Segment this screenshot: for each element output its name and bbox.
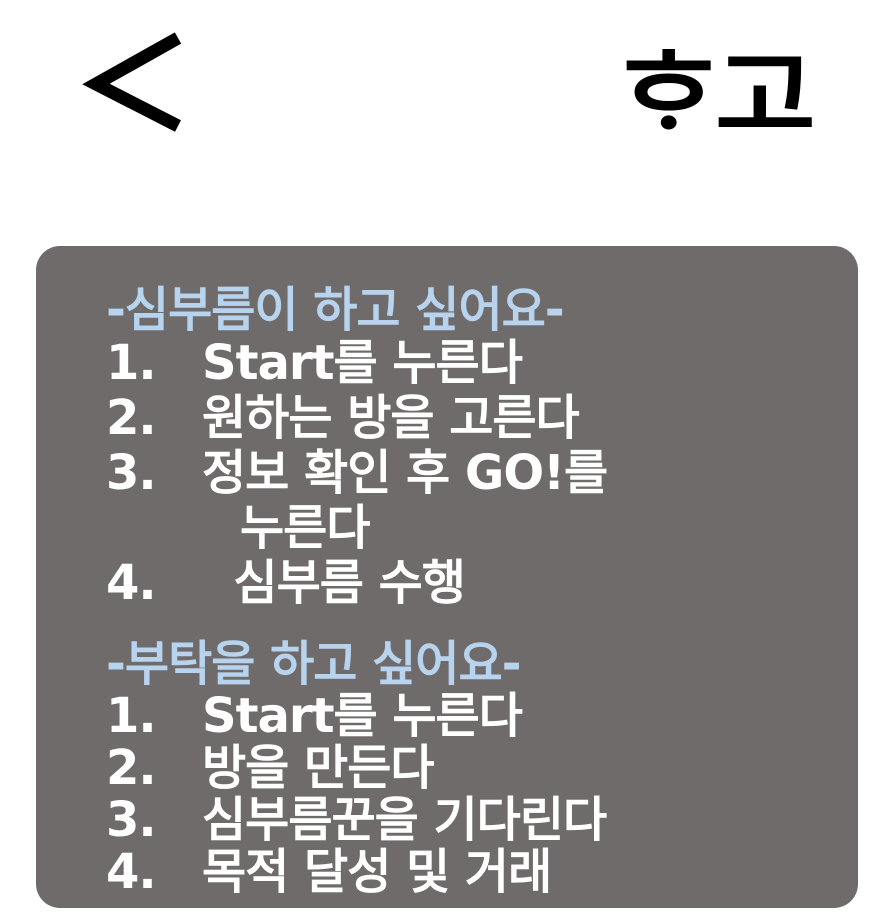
request-step-2: 2. 방을 만든다: [106, 742, 846, 794]
step-text: Start를 누른다: [202, 688, 523, 744]
step-number: 3.: [106, 445, 157, 501]
step-text: 원하는 방을 고른다: [202, 390, 580, 446]
back-button[interactable]: [82, 30, 192, 134]
errand-step-3: 3. 정보 확인 후 GO!를: [106, 446, 846, 501]
step-number: 2.: [106, 390, 157, 446]
request-step-3: 3. 심부름꾼을 기다린다: [106, 794, 846, 846]
step-number: 2.: [106, 740, 157, 796]
request-step-1: 1. Start를 누른다: [106, 690, 846, 742]
step-text: 심부름꾼을 기다린다: [202, 792, 607, 848]
errand-section-title: -심부름이 하고 싶어요-: [106, 282, 565, 338]
step-text: Start를 누른다: [202, 335, 523, 391]
step-text: 목적 달성 및 거래: [202, 844, 552, 900]
step-text: 방을 만든다: [202, 740, 435, 796]
chevron-left-icon: [82, 32, 182, 132]
step-number: 4.: [106, 555, 157, 611]
errand-step-2: 2. 원하는 방을 고른다: [106, 391, 846, 446]
page-title: ᄒᆞ고: [617, 40, 815, 154]
step-text: 정보 확인 후 GO!를: [202, 445, 608, 501]
step-number: 1.: [106, 335, 157, 391]
request-guide-section: -부탁을 하고 싶어요- 1. Start를 누른다 2. 방을 만든다 3. …: [106, 638, 846, 898]
errand-step-3-continued: 누른다: [106, 501, 846, 556]
step-text: 누른다: [240, 500, 370, 556]
step-number: 1.: [106, 688, 157, 744]
step-text: 심부름 수행: [202, 555, 466, 611]
errand-guide-section: -심부름이 하고 싶어요- 1. Start를 누른다 2. 원하는 방을 고른…: [106, 284, 846, 611]
errand-step-4: 4. 심부름 수행: [106, 556, 846, 611]
guide-card: -심부름이 하고 싶어요- 1. Start를 누른다 2. 원하는 방을 고른…: [36, 246, 858, 908]
request-step-4: 4. 목적 달성 및 거래: [106, 846, 846, 898]
request-section-title: -부탁을 하고 싶어요-: [106, 636, 522, 692]
step-number: 3.: [106, 792, 157, 848]
guide-screen: ᄒᆞ고 -심부름이 하고 싶어요- 1. Start를 누른다 2. 원하는 방…: [0, 0, 873, 912]
errand-step-1: 1. Start를 누른다: [106, 336, 846, 391]
step-number: 4.: [106, 844, 157, 900]
